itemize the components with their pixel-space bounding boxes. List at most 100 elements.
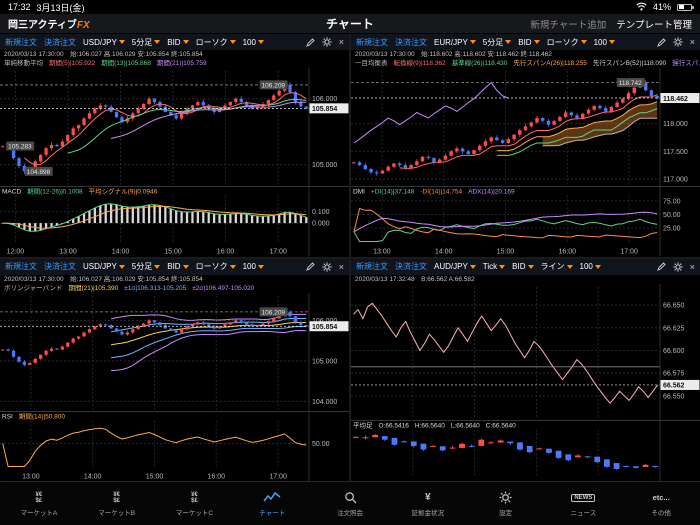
currency-icon: ¥€ $£: [191, 491, 198, 504]
chart-type-select[interactable]: ローソク: [196, 261, 236, 272]
symbol-label: USD/JPY: [83, 37, 117, 47]
indicator-legend-item: 期間(5)|105.922: [49, 60, 96, 67]
svg-text:75.00: 75.00: [663, 198, 681, 205]
svg-text:16:00: 16:00: [208, 473, 226, 480]
chevron-down-icon: [154, 264, 161, 269]
new-order-button[interactable]: 新規注文: [356, 37, 388, 48]
close-panel-icon[interactable]: ×: [690, 37, 695, 47]
timeframe-select[interactable]: Tick: [483, 262, 506, 271]
chart-canvas[interactable]: 106.000105.000104.000106.209105.85450.00…: [0, 292, 349, 482]
svg-text:13:00: 13:00: [22, 473, 40, 480]
chevron-down-icon: [257, 40, 264, 44]
indicator-legend-item: ボリンジャーバンド: [4, 284, 63, 292]
chevron-down-icon: [118, 40, 125, 44]
news-icon: NEWS: [571, 490, 596, 505]
nav-item-label: 証拠金状況: [411, 510, 445, 517]
indicator-legend-item: 基準線(26)|118.430: [451, 60, 508, 67]
svg-text:17:00: 17:00: [620, 249, 638, 256]
svg-text:104.898: 104.898: [27, 169, 51, 176]
bar-count-select[interactable]: 100: [243, 38, 264, 47]
nav-item-settings[interactable]: 設定: [467, 482, 545, 525]
symbol-select[interactable]: USD/JPY: [83, 38, 125, 47]
bar-count-label: 100: [242, 262, 256, 271]
draw-pencil-icon[interactable]: [305, 262, 315, 271]
draw-pencil-icon[interactable]: [305, 37, 315, 47]
nav-item-label: 設定: [499, 510, 513, 517]
bar-count-select[interactable]: 100: [594, 38, 615, 47]
bar-count-select[interactable]: 100: [243, 262, 264, 271]
draw-pencil-icon[interactable]: [656, 37, 666, 47]
template-manage-button[interactable]: テンプレート管理: [616, 17, 692, 31]
chevron-down-icon: [566, 264, 573, 269]
svg-text:117.000: 117.000: [663, 176, 688, 183]
indicator-legend-item: ±1σ|106.313-105.205: [124, 284, 187, 292]
nav-item-margin-status[interactable]: ¥ 証拠金状況: [389, 482, 467, 525]
symbol-label: USD/JPY: [83, 262, 117, 271]
bar-count-select[interactable]: 100: [580, 262, 601, 271]
chevron-down-icon: [469, 264, 476, 269]
timeframe-select[interactable]: 5分足: [132, 37, 161, 48]
chart-type-select[interactable]: ライン: [541, 261, 573, 272]
price-side-select[interactable]: BID: [518, 38, 540, 47]
chart-type-label: ローソク: [546, 37, 579, 47]
svg-text:0.000: 0.000: [312, 221, 330, 228]
nav-item-market-a[interactable]: ¥€ $£ マーケットA: [0, 482, 78, 525]
chevron-down-icon: [118, 264, 125, 269]
close-order-button[interactable]: 決済注文: [395, 261, 427, 272]
close-order-button[interactable]: 決済注文: [395, 37, 427, 48]
indicator-legend-item: 期間(21)|105.390: [68, 284, 119, 292]
new-order-button[interactable]: 新規注文: [5, 37, 37, 48]
chart-settings-gear-icon[interactable]: [673, 261, 683, 272]
svg-text:13:00: 13:00: [59, 249, 77, 256]
close-panel-icon[interactable]: ×: [690, 262, 695, 272]
chart-canvas[interactable]: 106.000 105.000 105.283 104.898 106.209 105.8…: [0, 68, 349, 257]
timeframe-select[interactable]: 5分足: [131, 261, 161, 272]
chart-settings-gear-icon[interactable]: [673, 37, 683, 47]
nav-item-other[interactable]: etc... その他: [622, 482, 700, 525]
nav-item-news[interactable]: NEWS ニュース: [544, 482, 622, 525]
symbol-select[interactable]: EUR/JPY: [434, 38, 476, 47]
nav-item-chart[interactable]: チャート: [233, 482, 311, 525]
gear-icon: [499, 490, 512, 505]
nav-item-order-inquiry[interactable]: 注文照会: [311, 482, 389, 525]
symbol-select[interactable]: AUD/JPY: [434, 262, 476, 271]
svg-text:16:00: 16:00: [217, 249, 235, 256]
close-order-button[interactable]: 決済注文: [44, 37, 76, 48]
ohlc-info: 2020/03/13 17:30:00 始:106.027 高:106.029 …: [4, 51, 203, 58]
svg-text:105.854: 105.854: [312, 324, 337, 331]
price-side-select[interactable]: BID: [167, 38, 189, 47]
ohlc-info: 2020/03/13 17:30:00 始:106.027 高:106.029 …: [4, 275, 203, 283]
nav-item-label: マーケットB: [98, 510, 136, 517]
price-side-select[interactable]: BID: [167, 262, 189, 271]
yen-icon: ¥: [425, 492, 431, 503]
chart-canvas[interactable]: 66.650 66.625 66.600 66.575 66.550 66.562 平均足 O…: [351, 283, 700, 482]
price-side-select[interactable]: BID: [512, 262, 534, 271]
nav-item-market-c[interactable]: ¥€ $£ マーケットC: [156, 482, 234, 525]
chart-settings-gear-icon[interactable]: [322, 261, 332, 272]
timeframe-select[interactable]: 5分足: [483, 37, 512, 48]
chart-type-select[interactable]: ローソク: [196, 37, 236, 48]
chart-type-label: ローソク: [195, 37, 228, 47]
draw-pencil-icon[interactable]: [656, 262, 666, 271]
chevron-down-icon: [182, 264, 189, 269]
chevron-down-icon: [533, 40, 540, 44]
chart-settings-gear-icon[interactable]: [322, 37, 332, 47]
chevron-down-icon: [229, 40, 236, 44]
new-order-button[interactable]: 新規注文: [5, 261, 37, 272]
timeframe-label: 5分足: [131, 262, 153, 271]
nav-item-label: マーケットA: [20, 510, 58, 517]
close-panel-icon[interactable]: ×: [339, 37, 344, 47]
chart-type-select[interactable]: ローソク: [547, 37, 587, 48]
svg-text:117.500: 117.500: [663, 149, 688, 156]
add-chart-button[interactable]: 新規チャート追加: [530, 17, 606, 31]
close-panel-icon[interactable]: ×: [339, 262, 344, 272]
symbol-select[interactable]: USD/JPY: [83, 262, 125, 271]
chart-canvas[interactable]: 118.000 117.500 117.000 118.742 118.462 75.00…: [351, 68, 700, 257]
bid-ask-info: 2020/03/13 17:32:48 B:66.562 A:66.582: [355, 275, 475, 283]
chart-icon: [263, 490, 281, 505]
new-order-button[interactable]: 新規注文: [356, 261, 388, 272]
close-order-button[interactable]: 決済注文: [44, 261, 76, 272]
search-icon: [344, 490, 357, 505]
nav-item-market-b[interactable]: ¥€ $£ マーケットB: [78, 482, 156, 525]
price-side-label: BID: [167, 262, 181, 271]
